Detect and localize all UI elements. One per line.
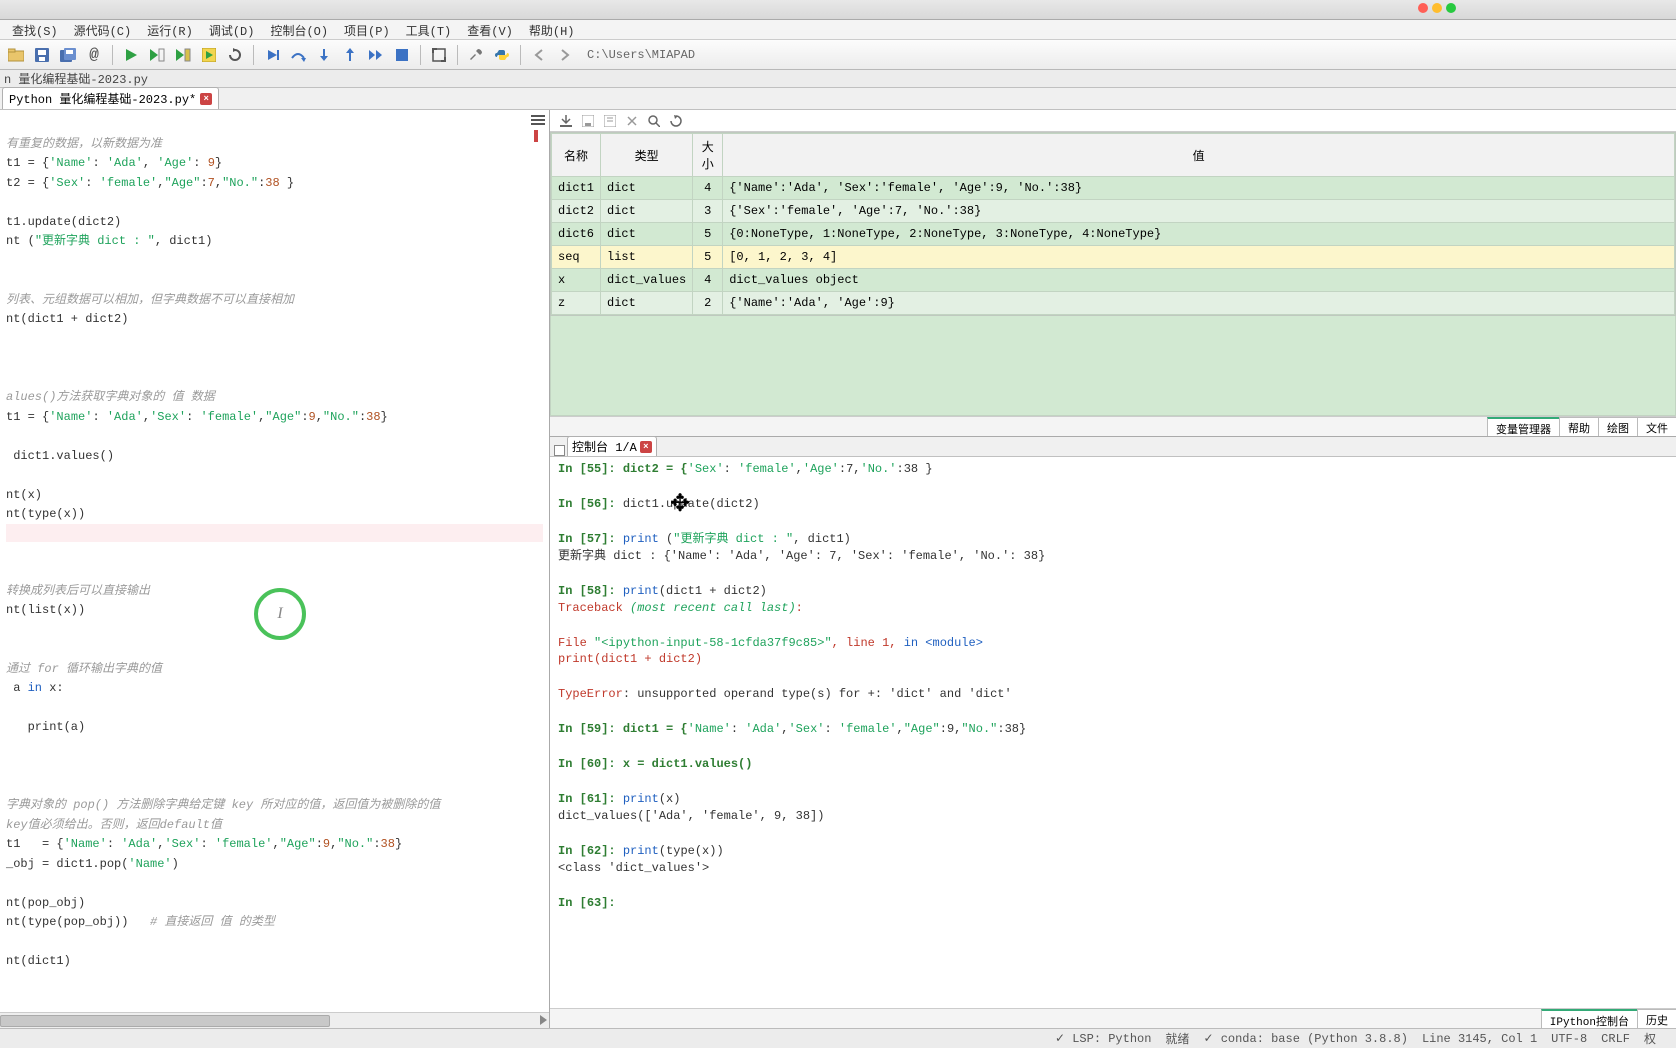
console-tab[interactable]: 控制台 1/A × [567, 436, 657, 456]
menu-project[interactable]: 项目(P) [336, 20, 398, 39]
step-out-icon[interactable] [340, 45, 360, 65]
tab-plots[interactable]: 绘图 [1598, 417, 1638, 436]
main-toolbar: @ C:\Users\MIAPAD [0, 40, 1676, 70]
refresh-var-icon[interactable] [670, 115, 682, 127]
continue-icon[interactable] [366, 45, 386, 65]
tab-files[interactable]: 文件 [1637, 417, 1676, 436]
menu-tools[interactable]: 工具(T) [398, 20, 460, 39]
search-var-icon[interactable] [648, 115, 660, 127]
run-icon[interactable] [121, 45, 141, 65]
run-cell-advance-icon[interactable] [173, 45, 193, 65]
step-into-icon[interactable] [314, 45, 334, 65]
ipython-console[interactable]: In [55]: dict2 = {'Sex': 'female','Age':… [550, 457, 1676, 1008]
status-permission: 权 [1644, 1030, 1656, 1047]
menu-source[interactable]: 源代码(C) [66, 20, 140, 39]
variable-row[interactable]: dict6dict5{0:NoneType, 1:NoneType, 2:Non… [552, 223, 1675, 246]
back-icon[interactable] [529, 45, 549, 65]
variable-row[interactable]: dict2dict3{'Sex':'female', 'Age':7, 'No.… [552, 200, 1675, 223]
tab-help[interactable]: 帮助 [1559, 417, 1599, 436]
maximize-icon[interactable] [429, 45, 449, 65]
delete-var-icon[interactable] [626, 115, 638, 127]
tab-history[interactable]: 历史 [1637, 1009, 1676, 1028]
wrench-icon[interactable] [466, 45, 486, 65]
close-icon[interactable]: × [640, 441, 652, 453]
close-icon[interactable]: × [200, 93, 212, 105]
menu-run[interactable]: 运行(R) [139, 20, 201, 39]
tab-ipython-console[interactable]: IPython控制台 [1541, 1009, 1638, 1028]
python-icon[interactable] [492, 45, 512, 65]
restart-icon[interactable] [225, 45, 245, 65]
variable-explorer[interactable]: 名称 类型 大小 值 dict1dict4{'Name':'Ada', 'Sex… [550, 132, 1676, 316]
saveas-var-icon[interactable] [604, 115, 616, 127]
variable-toolbar [550, 110, 1676, 132]
import-icon[interactable] [560, 115, 572, 127]
code-editor[interactable]: 有重复的数据，以新数据为准 t1 = {'Name': 'Ada', 'Age'… [0, 110, 550, 1028]
status-encoding: UTF-8 [1551, 1032, 1587, 1046]
traffic-lights[interactable] [1418, 3, 1456, 13]
forward-icon[interactable] [555, 45, 575, 65]
step-over-icon[interactable] [288, 45, 308, 65]
menu-console[interactable]: 控制台(O) [262, 20, 336, 39]
stop-icon[interactable] [392, 45, 412, 65]
editor-text[interactable]: 有重复的数据，以新数据为准 t1 = {'Name': 'Ada', 'Age'… [0, 110, 549, 975]
breadcrumb: n 量化编程基础-2023.py [0, 70, 1676, 88]
menu-bar: 查找(S) 源代码(C) 运行(R) 调试(D) 控制台(O) 项目(P) 工具… [0, 20, 1676, 40]
editor-tab-bar: Python 量化编程基础-2023.py* × [0, 88, 1676, 110]
at-icon[interactable]: @ [84, 45, 104, 65]
console-tab-bar: 控制台 1/A × [550, 437, 1676, 457]
menu-debug[interactable]: 调试(D) [201, 20, 263, 39]
menu-view[interactable]: 查看(V) [459, 20, 521, 39]
tab-variable-explorer[interactable]: 变量管理器 [1487, 417, 1560, 436]
menu-help[interactable]: 帮助(H) [521, 20, 583, 39]
status-position: Line 3145, Col 1 [1422, 1032, 1537, 1046]
options-icon[interactable] [531, 114, 545, 126]
run-cell-icon[interactable] [147, 45, 167, 65]
right-panel-tabs: 变量管理器 帮助 绘图 文件 [550, 416, 1676, 436]
status-bar: ✓ LSP: Python 就绪 ✓ conda: base (Python 3… [0, 1028, 1676, 1048]
marker-icon [534, 130, 538, 142]
status-lsp: ✓ LSP: Python [1055, 1031, 1151, 1046]
variable-row[interactable]: zdict2{'Name':'Ada', 'Age':9} [552, 292, 1675, 315]
window-title-bar [0, 0, 1676, 20]
editor-tab[interactable]: Python 量化编程基础-2023.py* × [2, 87, 219, 109]
debug-icon[interactable] [262, 45, 282, 65]
variable-row[interactable]: seqlist5[0, 1, 2, 3, 4] [552, 246, 1675, 269]
path-field[interactable]: C:\Users\MIAPAD [587, 48, 695, 62]
variable-row[interactable]: xdict_values4dict_values object [552, 269, 1675, 292]
horizontal-scrollbar[interactable] [0, 1012, 549, 1028]
status-kernel: 就绪 [1165, 1030, 1189, 1047]
status-conda: ✓ conda: base (Python 3.8.8) [1203, 1031, 1408, 1046]
run-selection-icon[interactable] [199, 45, 219, 65]
console-bottom-tabs: IPython控制台 历史 [550, 1008, 1676, 1028]
save-var-icon[interactable] [582, 115, 594, 127]
save-icon[interactable] [32, 45, 52, 65]
folder-icon[interactable] [6, 45, 26, 65]
status-eol: CRLF [1601, 1032, 1630, 1046]
saveall-icon[interactable] [58, 45, 78, 65]
checkbox-icon[interactable] [554, 445, 565, 456]
variable-row[interactable]: dict1dict4{'Name':'Ada', 'Sex':'female',… [552, 177, 1675, 200]
menu-find[interactable]: 查找(S) [4, 20, 66, 39]
